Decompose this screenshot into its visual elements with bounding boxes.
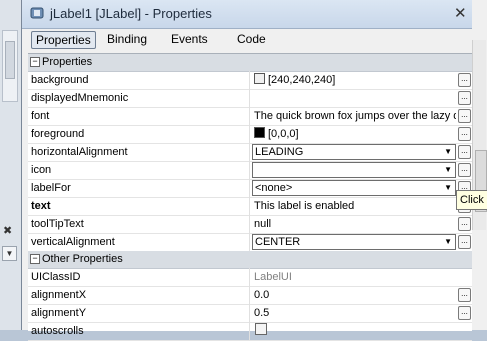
property-name: UIClassID [31,268,250,286]
ellipsis-button[interactable]: ... [458,73,471,87]
property-row-labelfor[interactable]: labelFor <none> ▼ ... [28,179,472,198]
property-name: toolTipText [31,215,250,233]
font-preview: The quick brown fox jumps over the lazy … [254,110,456,122]
property-row-uiclassid[interactable]: UIClassID LabelUI [28,268,472,287]
ellipsis-button[interactable]: ... [458,288,471,302]
property-name: alignmentY [31,304,250,322]
property-name: displayedMnemonic [31,89,250,107]
property-row-tooltiptext[interactable]: toolTipText null ... [28,215,472,234]
ellipsis-button[interactable]: ... [458,91,471,105]
color-value: [240,240,240] [268,74,336,86]
ellipsis-button[interactable]: ... [458,145,471,159]
property-name: background [31,71,250,89]
chevron-down-icon[interactable]: ▼ [444,164,452,176]
property-value[interactable] [251,322,456,340]
label-for-select[interactable]: <none> ▼ [252,180,456,196]
color-swatch [254,73,265,84]
property-name: text [31,197,250,215]
property-row-background[interactable]: background [240,240,240] ... [28,71,472,90]
property-row-font[interactable]: font The quick brown fox jumps over the … [28,107,472,126]
title-bar: jLabel1 [JLabel] - Properties ✕ [22,0,472,29]
property-row-alignmenty[interactable]: alignmentY 0.5 ... [28,304,472,323]
ellipsis-button[interactable]: ... [458,306,471,320]
chevron-down-icon[interactable]: ▼ [2,246,17,261]
property-row-icon[interactable]: icon ▼ ... [28,161,472,180]
property-name: foreground [31,125,250,143]
ellipsis-button[interactable]: ... [458,163,471,177]
property-row-displayedmnemonic[interactable]: displayedMnemonic ... [28,89,472,108]
property-row-horizontalalignment[interactable]: horizontalAlignment LEADING ▼ ... [28,143,472,162]
property-value[interactable]: CENTER ▼ [251,233,456,251]
property-name: font [31,107,250,125]
chevron-down-icon[interactable]: ▼ [444,182,452,194]
chevron-down-icon[interactable]: ▼ [444,146,452,158]
tab-events[interactable]: Events [167,31,212,47]
property-value[interactable]: 0.5 [251,304,456,322]
property-row-foreground[interactable]: foreground [0,0,0] ... [28,125,472,144]
ide-left-panel: ✖ ▼ [0,0,22,330]
ellipsis-button[interactable]: ... [458,127,471,141]
vertical-alignment-select[interactable]: CENTER ▼ [252,234,456,250]
tab-properties[interactable]: Properties [31,31,96,49]
category-label: Other Properties [42,253,123,265]
bean-icon [30,7,44,19]
property-row-verticalalignment[interactable]: verticalAlignment CENTER ▼ ... [28,233,472,252]
property-value[interactable]: LEADING ▼ [251,143,456,161]
property-value[interactable]: null [251,215,456,233]
window-title: jLabel1 [JLabel] - Properties [50,6,212,21]
tab-bar: Properties Binding Events Code [22,29,472,51]
property-value[interactable]: ▼ [251,161,456,179]
category-label: Properties [42,56,93,68]
property-name: autoscrolls [31,322,250,340]
property-value[interactable] [251,89,456,107]
property-name: labelFor [31,179,250,197]
property-sheet: − Properties background [240,240,240] ..… [28,53,472,341]
chevron-down-icon[interactable]: ▼ [444,236,452,248]
property-value: LabelUI [254,271,292,283]
collapse-icon[interactable]: − [30,57,40,67]
property-value[interactable]: [240,240,240] [251,71,456,89]
property-value[interactable]: <none> ▼ [251,179,456,197]
property-name: alignmentX [31,286,250,304]
category-other-properties[interactable]: − Other Properties [28,251,472,269]
property-row-text[interactable]: text This label is enabled ... [28,197,472,216]
window-close-button[interactable]: ✕ [454,4,467,22]
color-swatch [254,127,265,138]
ide-right-panel [471,0,487,330]
collapse-icon[interactable]: − [30,254,40,264]
property-value[interactable]: 0.0 [251,286,456,304]
property-value[interactable]: The quick brown fox jumps over the lazy … [251,107,456,125]
tab-code[interactable]: Code [233,31,270,47]
color-value: [0,0,0] [268,128,299,140]
properties-window: jLabel1 [JLabel] - Properties ✕ Properti… [21,0,472,341]
icon-select[interactable]: ▼ [252,162,456,178]
property-row-alignmentx[interactable]: alignmentX 0.0 ... [28,286,472,305]
property-name: icon [31,161,250,179]
autoscrolls-checkbox[interactable] [255,323,267,335]
tab-binding[interactable]: Binding [103,31,151,47]
horizontal-alignment-select[interactable]: LEADING ▼ [252,144,456,160]
ellipsis-button[interactable]: ... [458,235,471,249]
close-icon[interactable]: ✖ [3,224,12,237]
property-name: verticalAlignment [31,233,250,251]
property-row-autoscrolls[interactable]: autoscrolls [28,322,472,341]
left-scrollbar[interactable] [2,30,18,102]
property-name: horizontalAlignment [31,143,250,161]
tooltip: Click [456,190,487,210]
ellipsis-button[interactable]: ... [458,217,471,231]
property-value[interactable]: [0,0,0] [251,125,456,143]
ellipsis-button[interactable]: ... [458,109,471,123]
left-scroll-thumb[interactable] [5,41,15,79]
property-value[interactable]: This label is enabled [251,197,456,215]
category-properties[interactable]: − Properties [28,54,472,72]
